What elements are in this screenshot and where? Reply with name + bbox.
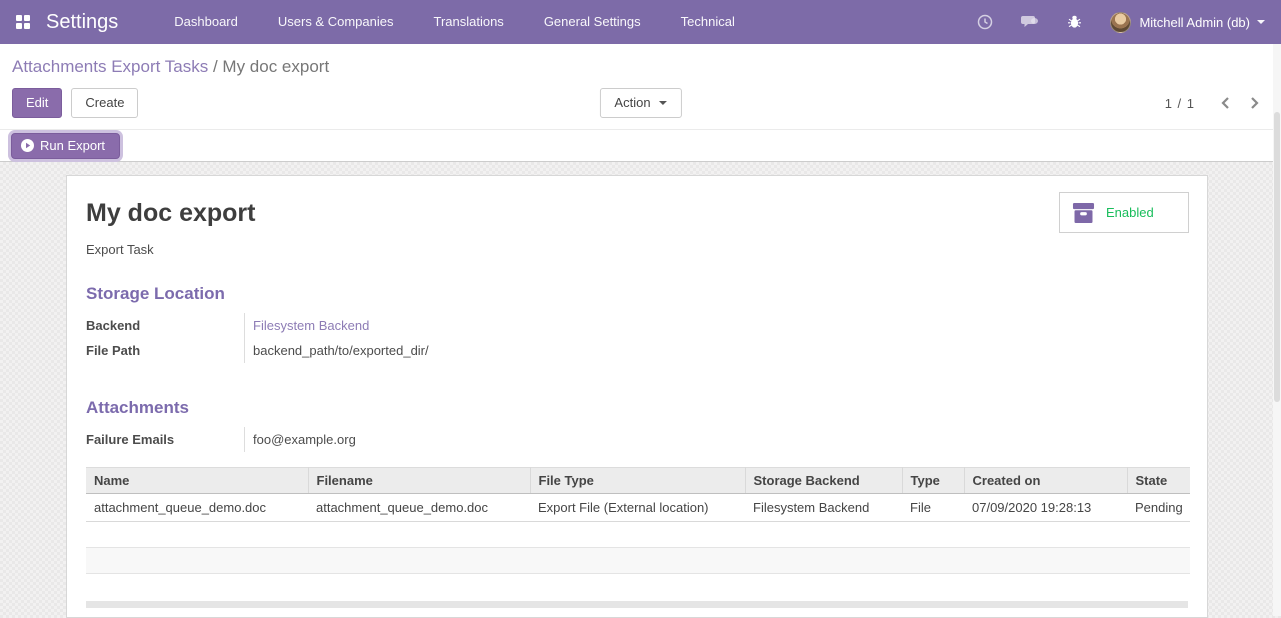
run-export-label: Run Export [40,137,106,153]
breadcrumb-current: My doc export [222,57,330,76]
nav-item-users-companies[interactable]: Users & Companies [258,0,414,44]
action-dropdown-label: Action [614,95,651,110]
pager-next-button[interactable] [1240,94,1269,112]
edit-button[interactable]: Edit [12,88,63,118]
user-name: Mitchell Admin (db) [1139,14,1250,30]
breadcrumb: Attachments Export Tasks / My doc export [12,54,1269,80]
action-dropdown-wrap: Action [599,88,682,118]
attachments-heading: Attachments [86,398,189,417]
statusbar: Run Export [0,129,1281,162]
nav-item-translations[interactable]: Translations [413,0,523,44]
cell-filename[interactable]: attachment_queue_demo.doc [308,493,530,522]
nav-item-dashboard[interactable]: Dashboard [154,0,258,44]
table-empty-row [86,521,1190,548]
app-title[interactable]: Settings [46,11,118,34]
file-path-field-value: backend_path/to/exported_dir/ [244,338,1188,363]
backend-field-label: Backend [86,318,141,333]
column-header-created-on[interactable]: Created on [964,467,1128,494]
table-row[interactable]: attachment_queue_demo.doc attachment_que… [86,493,1190,522]
messages-chat-icon[interactable] [1007,14,1053,30]
top-navbar: Settings Dashboard Users & Companies Tra… [0,0,1281,44]
stat-button-label: Enabled [1106,205,1154,220]
nav-item-technical[interactable]: Technical [661,0,755,44]
cell-storage-backend[interactable]: Filesystem Backend [745,493,902,522]
breadcrumb-parent-link[interactable]: Attachments Export Tasks [12,57,208,76]
cell-type[interactable]: File [902,493,964,522]
backend-link[interactable]: Filesystem Backend [253,318,369,333]
pager-previous-button[interactable] [1211,94,1240,112]
cell-created-on[interactable]: 07/09/2020 19:28:13 [964,493,1127,522]
storage-location-heading: Storage Location [86,284,225,303]
column-header-storage-backend[interactable]: Storage Backend [745,467,903,494]
control-panel-buttons: Edit Create Action 1 / 1 [12,80,1269,129]
attachments-table: Name Filename File Type Storage Backend … [86,467,1190,600]
attachments-fields: Failure Emails foo@example.org [86,427,1188,452]
enabled-stat-button[interactable]: Enabled [1059,192,1189,233]
breadcrumb-separator: / [212,57,223,76]
play-circle-icon [21,138,34,152]
form-view-background: Enabled My doc export Export Task Storag… [0,162,1281,618]
attachments-table-header-row: Name Filename File Type Storage Backend … [86,467,1190,494]
column-header-file-type[interactable]: File Type [530,467,746,494]
cell-file-type[interactable]: Export File (External location) [530,493,745,522]
vertical-scrollbar[interactable] [1273,44,1281,616]
cell-name[interactable]: attachment_queue_demo.doc [86,493,308,522]
user-avatar [1110,11,1132,33]
action-dropdown-button[interactable]: Action [599,88,682,118]
navbar-menu: Dashboard Users & Companies Translations… [154,0,755,44]
navbar-right: Mitchell Admin (db) [963,11,1269,33]
create-button[interactable]: Create [71,88,139,118]
apps-grid-icon[interactable] [16,15,30,29]
nav-item-general-settings[interactable]: General Settings [524,0,661,44]
activity-clock-icon[interactable] [963,14,1007,30]
backend-field-value: Filesystem Backend [244,313,1188,338]
run-export-button[interactable]: Run Export [11,132,121,159]
record-subtitle: Export Task [86,242,154,257]
archive-box-icon [1072,202,1095,223]
cell-state[interactable]: Pending [1127,493,1190,522]
caret-down-icon [658,101,667,105]
file-path-field-label: File Path [86,343,141,358]
control-panel: Attachments Export Tasks / My doc export… [0,44,1281,129]
pager: 1 / 1 [1165,94,1269,112]
user-menu[interactable]: Mitchell Admin (db) [1096,11,1269,33]
column-header-filename[interactable]: Filename [308,467,531,494]
column-header-type[interactable]: Type [902,467,965,494]
failure-emails-field-value: foo@example.org [244,427,1188,452]
form-sheet: Enabled My doc export Export Task Storag… [66,175,1208,618]
table-empty-row [86,573,1190,600]
column-header-name[interactable]: Name [86,467,309,494]
storage-location-fields: Backend Filesystem Backend File Path bac… [86,313,1188,363]
pager-count: 1 / 1 [1164,95,1195,111]
debug-bug-icon[interactable] [1053,14,1096,30]
table-empty-row [86,547,1190,574]
column-header-state[interactable]: State [1127,467,1190,494]
failure-emails-field-label: Failure Emails [86,432,175,447]
table-horizontal-scrollbar[interactable] [86,600,1188,608]
record-title: My doc export [86,199,256,227]
caret-down-icon [1257,20,1265,24]
vertical-scrollbar-thumb[interactable] [1274,112,1280,402]
